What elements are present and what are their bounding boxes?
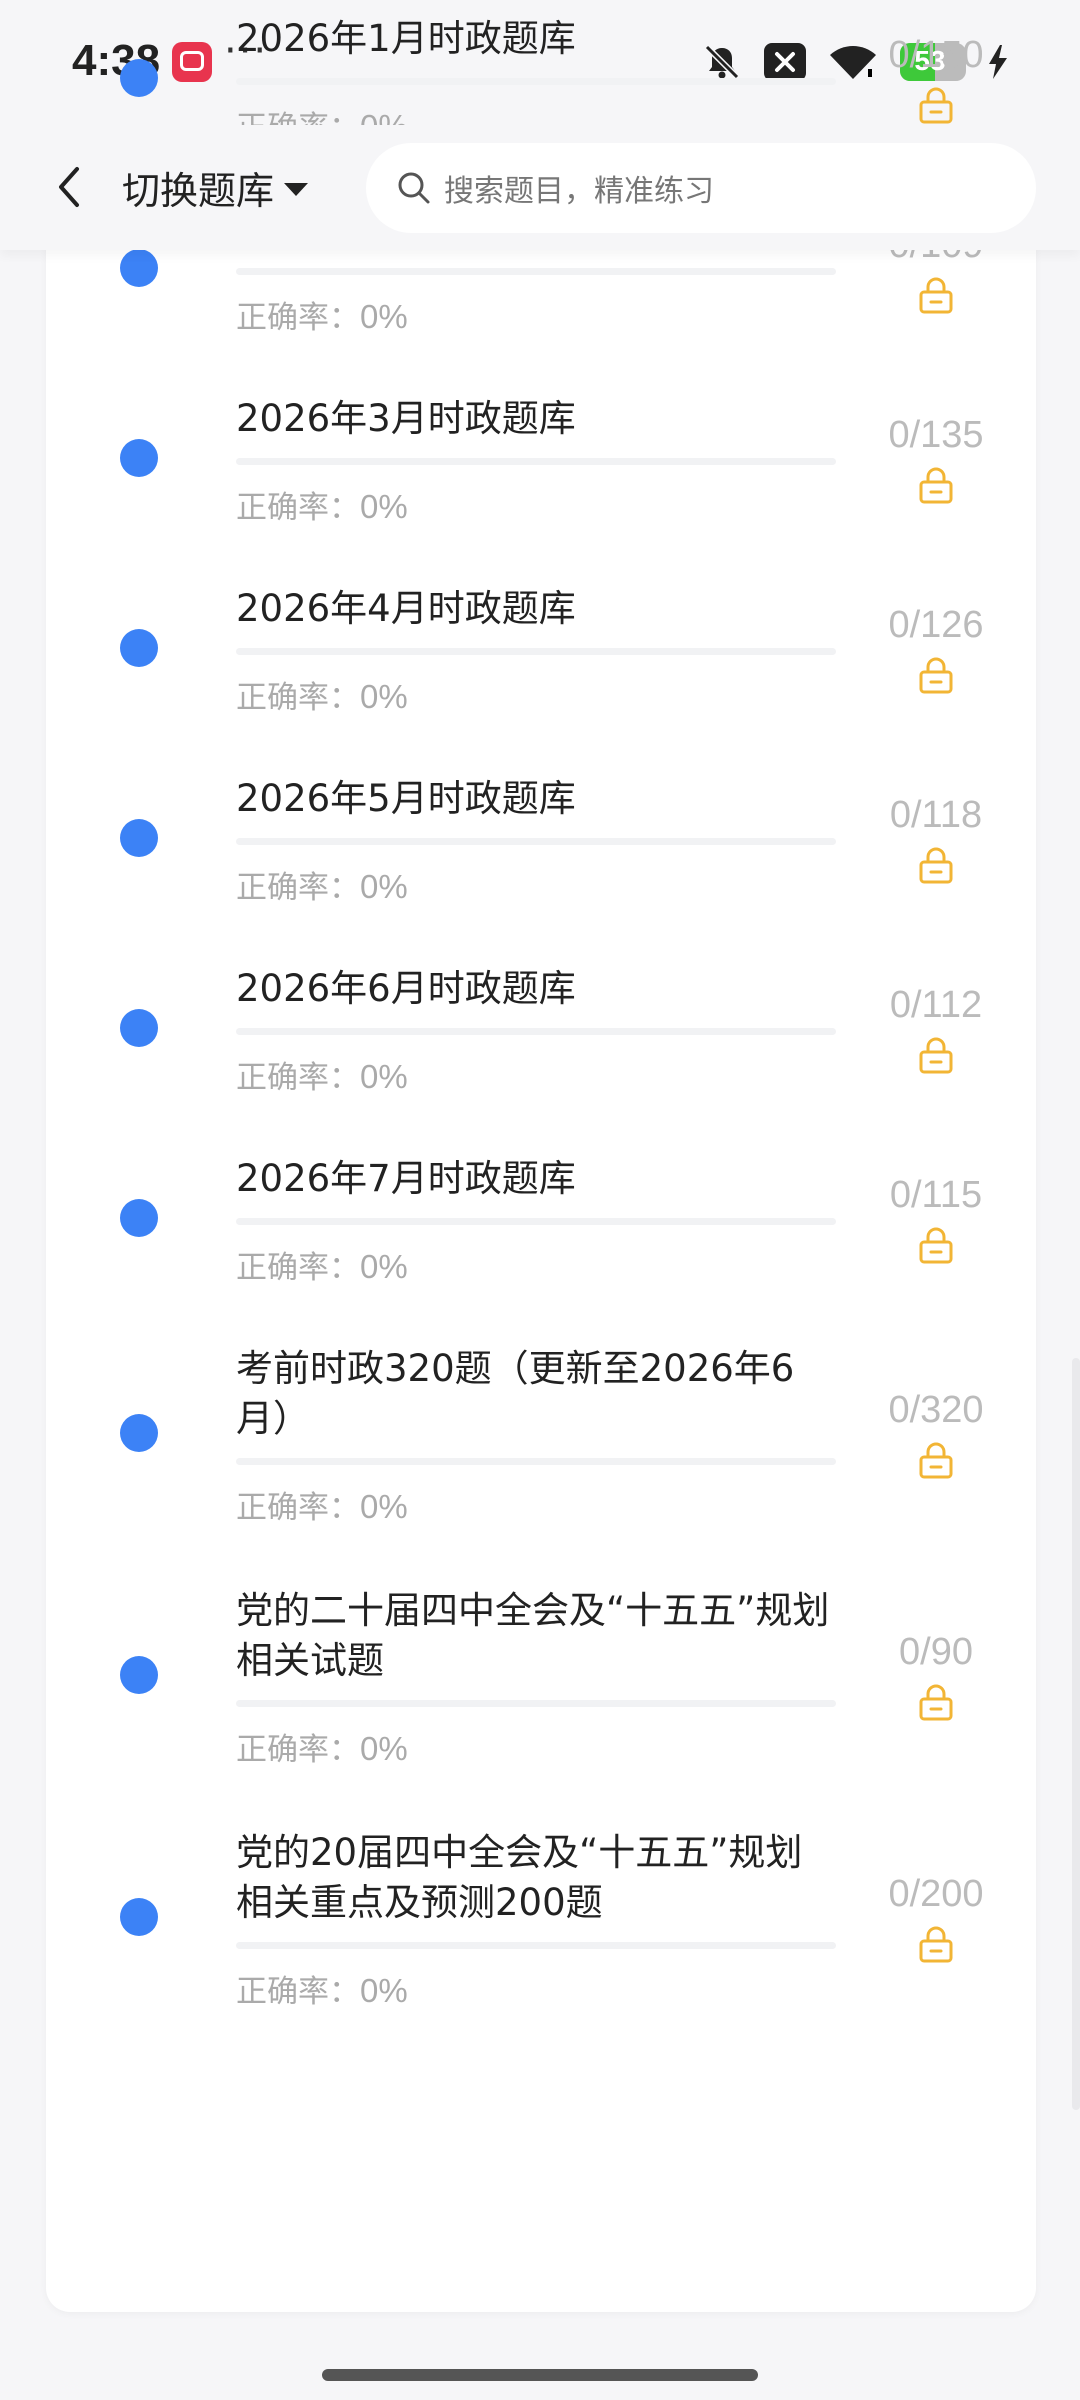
progress-bar [236,1028,836,1035]
item-title: 考前时政320题（更新至2026年6月） [236,1347,795,1440]
progress-bar [236,1458,836,1465]
accuracy-label: 正确率： [236,490,360,526]
progress-bar [236,838,836,845]
caret-down-icon [284,182,309,196]
question-bank-card: 2026年1月时政题库正确率：0%0/1502026年2月时政题库正确率：0%0… [46,17,1036,2312]
question-count: 0/90 [899,1631,973,1673]
question-count: 0/200 [888,1873,984,1915]
accuracy-rate: 正确率：0% [236,1482,408,1527]
progress-bar [236,268,836,275]
accuracy-value: 0% [360,1058,408,1095]
question-bank-item[interactable]: 党的二十届四中全会及“十五五”规划相关试题正确率：0% 0/90 [46,1586,1036,1828]
progress-bar [236,1942,836,1949]
item-title: 2026年1月时政题库 [236,17,576,60]
status-dot [120,1898,158,1936]
accuracy-value: 0% [360,1248,408,1285]
lock-icon[interactable] [918,1036,954,1074]
item-title: 2026年4月时政题库 [236,587,576,630]
home-indicator[interactable] [322,2369,758,2381]
accuracy-value: 0% [360,868,408,905]
accuracy-rate: 正确率：0% [236,292,408,337]
progress-bar [236,458,836,465]
question-bank-item[interactable]: 2026年7月时政题库 正确率：0% 0/115 [46,1154,1036,1344]
lock-icon[interactable] [918,846,954,884]
lock-icon[interactable] [918,1925,954,1963]
lock-icon[interactable] [918,1683,954,1721]
search-icon [398,172,430,204]
question-bank-item[interactable]: 2026年3月时政题库 正确率：0% 0/135 [46,394,1036,584]
accuracy-rate: 正确率：0% [236,482,408,527]
item-title: 2026年7月时政题库 [236,1157,576,1200]
status-dot [120,1414,158,1452]
back-button[interactable] [40,157,100,217]
lock-icon[interactable] [918,656,954,694]
accuracy-value: 0% [360,678,408,715]
status-dot [120,819,158,857]
lock-icon[interactable] [918,86,954,124]
item-title: 2026年5月时政题库 [236,777,576,820]
progress-bar [236,1700,836,1707]
progress-bar [236,78,836,85]
switch-bank-dropdown[interactable]: 切换题库 [122,155,309,219]
status-dot [120,1199,158,1237]
progress-bar [236,648,836,655]
accuracy-label: 正确率： [236,1732,360,1768]
accuracy-label: 正确率： [236,1974,360,2010]
accuracy-value: 0% [360,298,408,335]
question-bank-item[interactable]: 2026年5月时政题库 正确率：0% 0/118 [46,774,1036,964]
accuracy-label: 正确率： [236,1060,360,1096]
status-dot [120,439,158,477]
item-title: 2026年3月时政题库 [236,397,576,440]
item-title: 党的20届四中全会及“十五五”规划相关重点及预测200题 [236,1831,803,1924]
accuracy-label: 正确率： [236,1490,360,1526]
chevron-left-icon [59,167,79,207]
accuracy-label: 正确率： [236,870,360,906]
status-dot [120,1009,158,1047]
accuracy-rate: 正确率：0% [236,862,408,907]
accuracy-label: 正确率： [236,680,360,716]
lock-icon[interactable] [918,466,954,504]
lock-icon[interactable] [918,276,954,314]
accuracy-label: 正确率： [236,1250,360,1286]
top-nav: 切换题库 搜索题目，精准练习 [0,125,1080,250]
item-title: 2026年6月时政题库 [236,967,576,1010]
switch-bank-label: 切换题库 [122,168,275,213]
progress-bar [236,1218,836,1225]
question-count: 0/135 [888,414,984,456]
item-title: 党的二十届四中全会及“十五五”规划相关试题 [236,1589,830,1682]
question-bank-item[interactable]: 2026年4月时政题库 正确率：0% 0/126 [46,584,1036,774]
status-dot [120,59,158,97]
question-bank-item[interactable]: 党的20届四中全会及“十五五”规划相关重点及预测200题正确率：0% 0/200 [46,1828,1036,2070]
accuracy-value: 0% [360,1972,408,2009]
search-placeholder: 搜索题目，精准练习 [444,174,714,209]
question-count: 0/118 [889,794,983,836]
accuracy-rate: 正确率：0% [236,1052,408,1097]
question-count: 0/115 [889,1174,983,1216]
scrollbar[interactable] [1072,1358,1080,2110]
accuracy-value: 0% [360,1488,408,1525]
question-count: 0/150 [888,34,984,76]
question-count: 0/112 [889,984,983,1026]
accuracy-rate: 正确率：0% [236,1966,408,2011]
question-count: 0/320 [888,1389,984,1431]
accuracy-rate: 正确率：0% [236,672,408,717]
accuracy-value: 0% [360,488,408,525]
accuracy-rate: 正确率：0% [236,1242,408,1287]
status-dot [120,249,158,287]
accuracy-rate: 正确率：0% [236,1724,408,1769]
accuracy-label: 正确率： [236,300,360,336]
question-bank-item[interactable]: 2026年6月时政题库 正确率：0% 0/112 [46,964,1036,1154]
question-count: 0/126 [888,604,984,646]
status-dot [120,629,158,667]
lock-icon[interactable] [918,1226,954,1264]
search-input[interactable]: 搜索题目，精准练习 [366,143,1036,233]
status-dot [120,1656,158,1694]
question-bank-item[interactable]: 考前时政320题（更新至2026年6月） 正确率：0% 0/320 [46,1344,1036,1586]
accuracy-value: 0% [360,1730,408,1767]
lock-icon[interactable] [918,1441,954,1479]
